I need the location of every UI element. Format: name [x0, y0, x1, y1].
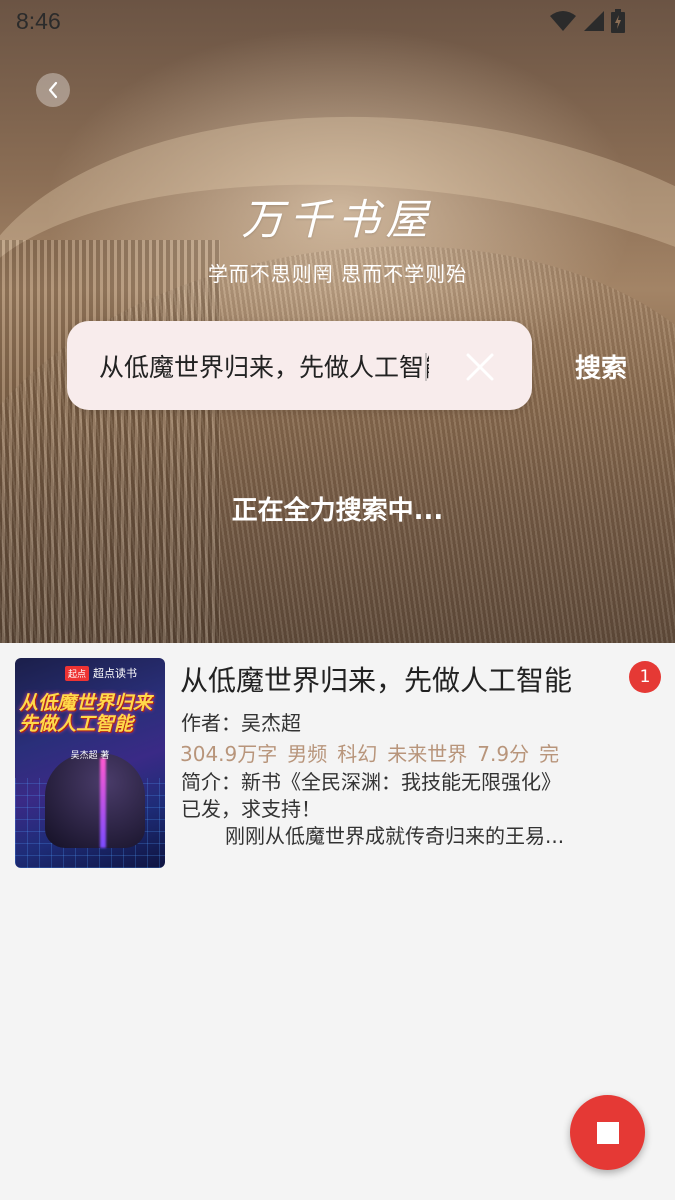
source-count-badge: 1 — [629, 661, 661, 693]
book-meta: 304.9万字 男频 科幻 未来世界 7.9分 完 — [180, 738, 559, 767]
text-cursor — [425, 353, 427, 381]
header-banner: 8:46 万千书屋 学而不思则罔 思而不学则殆 搜索 正在全力搜索中... — [0, 0, 675, 643]
status-bar: 8:46 — [0, 0, 675, 46]
search-input[interactable] — [97, 343, 431, 389]
battery-icon — [611, 9, 625, 33]
cover-brand: 起点 超点读书 — [65, 664, 160, 682]
meta-word-count: 304.9万字 — [180, 742, 278, 766]
cover-brand-name: 超点读书 — [93, 667, 138, 680]
meta-status: 完 — [539, 742, 560, 766]
status-time: 8:46 — [16, 8, 61, 34]
close-icon — [466, 353, 494, 381]
cover-glow-art — [100, 758, 106, 848]
cover-author: 吴杰超 著 — [70, 751, 110, 761]
app-logo: 万千书屋 — [241, 195, 434, 244]
stop-icon — [596, 1121, 619, 1144]
meta-score: 7.9分 — [477, 742, 530, 766]
result-card[interactable]: 起点 超点读书 从低魔世界归来先做人工智能 吴杰超 著 从低魔世界归来，先做人工… — [0, 643, 675, 883]
book-spine-decoration — [0, 240, 220, 643]
intro-line: 已发，求支持！ — [181, 797, 321, 821]
cover-title: 从低魔世界归来先做人工智能 — [19, 692, 153, 735]
back-button[interactable] — [36, 73, 70, 107]
meta-subcategory: 未来世界 — [387, 742, 468, 766]
search-box — [67, 321, 532, 410]
signal-icon — [584, 11, 604, 31]
search-status: 正在全力搜索中... — [231, 496, 444, 526]
app-slogan: 学而不思则罔 思而不学则殆 — [207, 262, 468, 286]
book-author: 作者：吴杰超 — [181, 711, 301, 735]
status-icons — [549, 9, 625, 33]
book-cover[interactable]: 起点 超点读书 从低魔世界归来先做人工智能 吴杰超 著 — [15, 658, 165, 868]
cover-brand-tag: 起点 — [65, 665, 90, 681]
intro-line: 简介：新书《全民深渊：我技能无限强化》 — [181, 770, 561, 794]
intro-line: 刚刚从低魔世界成就传奇归来的王易... — [225, 824, 565, 848]
book-intro: 简介：新书《全民深渊：我技能无限强化》 已发，求支持！ 刚刚从低魔世界成就传奇归… — [181, 769, 611, 850]
chevron-left-icon — [48, 81, 58, 99]
meta-channel: 男频 — [287, 742, 328, 766]
clear-button[interactable] — [462, 349, 498, 385]
cover-rider-art — [45, 753, 145, 848]
wifi-icon — [550, 11, 576, 31]
stop-search-button[interactable] — [570, 1095, 645, 1170]
meta-category: 科幻 — [337, 742, 378, 766]
book-title[interactable]: 从低魔世界归来，先做人工智能 — [180, 659, 572, 699]
search-button[interactable]: 搜索 — [575, 348, 627, 385]
